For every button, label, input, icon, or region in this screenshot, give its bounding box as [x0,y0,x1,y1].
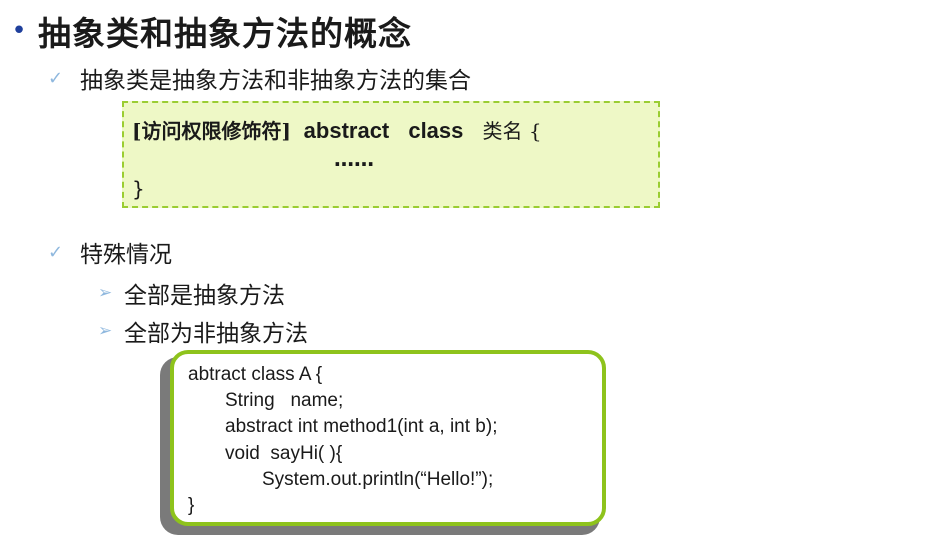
point-text: 特殊情况 [80,242,172,268]
code-line: abtract class A { [188,364,323,385]
slide: • 抽象类和抽象方法的概念 ✓ 抽象类是抽象方法和非抽象方法的集合 [访问权限修… [0,0,936,551]
sub-point-text: 全部为非抽象方法 [124,321,308,347]
bullet-icon: • [11,16,27,46]
syntax-declaration: [访问权限修饰符] abstract class 类名 { [132,115,542,144]
checkmark-icon: ✓ [48,241,64,263]
access-modifier: [访问权限修饰符] [132,119,291,143]
class-name: 类名 { [482,119,542,143]
code-line: void sayHi( ){ [225,443,343,464]
point-special-cases: ✓ 特殊情况 [48,234,172,270]
arrow-bullet-icon: ➢ [98,283,113,303]
keyword-abstract: abstract [303,118,390,143]
title-text: 抽象类和抽象方法的概念 [38,14,412,53]
syntax-ellipsis: …… [334,147,374,171]
sub-point-text: 全部是抽象方法 [124,283,285,309]
point-abstract-class: ✓ 抽象类是抽象方法和非抽象方法的集合 [48,60,471,96]
code-line: String name; [225,390,344,411]
code-line: abstract int method1(int a, int b); [225,416,498,437]
keyword-class: class [408,118,464,143]
point-text: 抽象类是抽象方法和非抽象方法的集合 [80,68,471,94]
sub-point-all-abstract: ➢ 全部是抽象方法 [98,276,285,310]
sub-point-all-non-abstract: ➢ 全部为非抽象方法 [98,314,308,348]
syntax-close-brace: } [132,177,145,201]
syntax-box: [访问权限修饰符] abstract class 类名 { …… } [122,101,660,208]
arrow-bullet-icon: ➢ [98,321,113,341]
code-line: System.out.println(“Hello!”); [262,469,494,490]
checkmark-icon: ✓ [48,67,64,89]
slide-title: • 抽象类和抽象方法的概念 [0,8,412,54]
code-line: } [188,495,195,516]
code-box: abtract class A { String name; abstract … [170,350,606,526]
